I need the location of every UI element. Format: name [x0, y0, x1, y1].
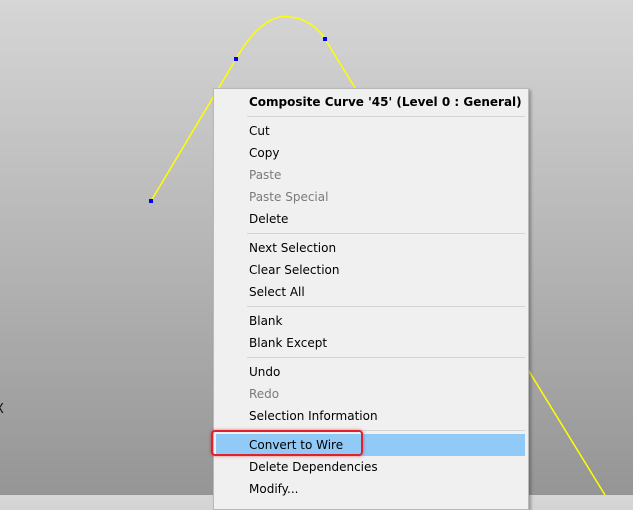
curve-vertex[interactable] [323, 37, 327, 41]
menu-item-select-all[interactable]: Select All [216, 281, 525, 303]
menu-item-delete-dependencies[interactable]: Delete Dependencies [216, 456, 525, 478]
menu-item-redo: Redo [249, 387, 280, 401]
menu-item-delete[interactable]: Delete [216, 208, 525, 230]
menu-item-copy[interactable]: Copy [216, 142, 525, 164]
menu-header: Composite Curve '45' (Level 0 : General) [249, 95, 522, 109]
menu-item-selection-information[interactable]: Selection Information [216, 405, 525, 427]
menu-item-paste: Paste [249, 168, 282, 182]
menu-item-modify[interactable]: Modify... [216, 478, 525, 500]
menu-item-next-selection[interactable]: Next Selection [216, 237, 525, 259]
annotation-highlight-box [211, 430, 363, 456]
menu-separator [247, 306, 525, 307]
menu-separator [247, 357, 525, 358]
axis-label-x: X [0, 402, 4, 417]
menu-separator [247, 233, 525, 234]
menu-separator [247, 116, 525, 117]
menu-item-clear-selection[interactable]: Clear Selection [216, 259, 525, 281]
menu-item-blank[interactable]: Blank [216, 310, 525, 332]
menu-item-blank-except[interactable]: Blank Except [216, 332, 525, 354]
menu-item-paste-special: Paste Special [249, 190, 329, 204]
curve-vertex[interactable] [149, 199, 153, 203]
menu-item-cut[interactable]: Cut [216, 120, 525, 142]
curve-vertex[interactable] [234, 57, 238, 61]
menu-item-undo[interactable]: Undo [216, 361, 525, 383]
